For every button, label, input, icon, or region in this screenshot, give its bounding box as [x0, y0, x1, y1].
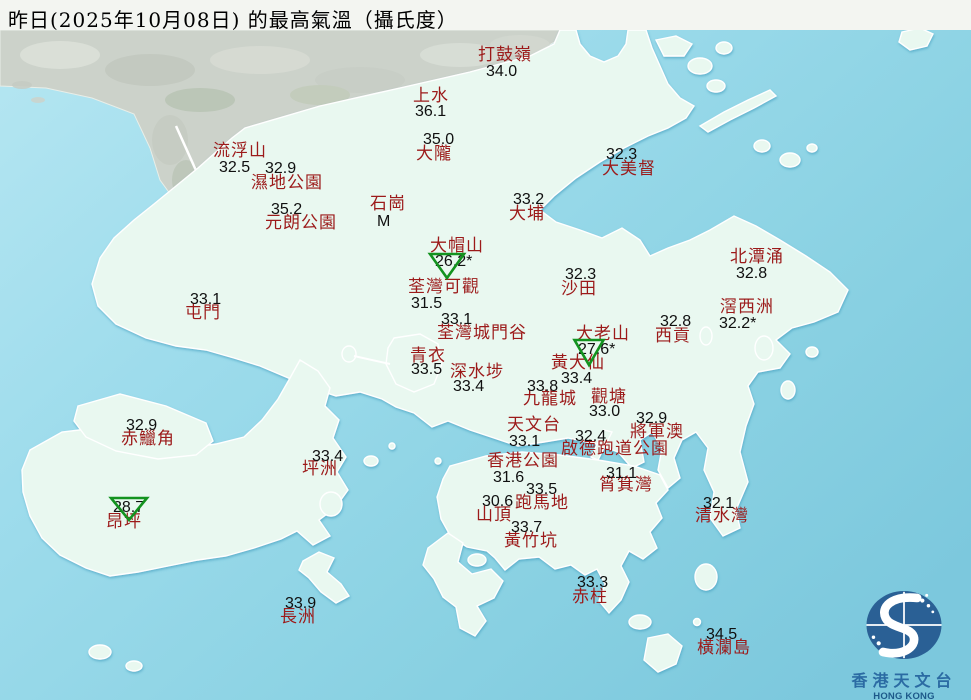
stations-layer: 打鼓嶺 34.0 上水 36.1 大隴 35.0 流浮山 32.5 濕地公園 32.9 元朗公園 35…: [0, 0, 971, 700]
station-value: 33.1: [509, 433, 541, 450]
station-value: 33.9: [285, 595, 317, 612]
station-value: 32.1: [703, 495, 735, 512]
station-value: 35.0: [423, 131, 455, 148]
station-name: 大隴: [416, 144, 452, 164]
hko-logo: 香港天文台 HONG KONG OBSERVATORY: [838, 584, 970, 700]
station-value: 30.6: [482, 493, 514, 510]
station-name: 濕地公園: [251, 173, 323, 193]
station-name: 赤柱: [572, 587, 608, 607]
station-value: 33.4: [453, 378, 485, 395]
hko-logo-chinese: 香港天文台: [851, 673, 957, 690]
station-value: 33.3: [577, 574, 609, 591]
hko-max-temperature-map: 昨日(2025年10月08日) 的最高氣溫（攝氏度） 打鼓嶺 34.0 上水 36.1…: [0, 0, 971, 700]
station-value: 35.2: [271, 201, 303, 218]
station-value: 32.9: [126, 417, 158, 434]
station-name: 打鼓嶺: [478, 45, 532, 65]
station-name: 沙田: [561, 279, 597, 299]
station-value: 33.5: [526, 481, 558, 498]
station-value: 33.0: [589, 403, 621, 420]
station-value: 33.4: [561, 370, 593, 387]
station-value: 34.0: [486, 63, 518, 80]
station-value: 32.9: [636, 410, 668, 427]
station-value: 32.3: [565, 266, 597, 283]
station-value: 32.4: [575, 428, 607, 445]
station-value: 33.1: [190, 291, 222, 308]
station-value: M: [377, 213, 391, 230]
station-name: 西貢: [655, 326, 691, 346]
station-value: 32.9: [265, 160, 297, 177]
station-value: 26.2*: [435, 253, 473, 270]
station-value: 36.1: [415, 103, 447, 120]
station-value: 32.2*: [719, 315, 757, 332]
station-value: 33.5: [411, 361, 443, 378]
station-value: 33.4: [312, 448, 344, 465]
station-value: 32.8: [660, 313, 692, 330]
station-value: 31.5: [411, 295, 443, 312]
station-name: 昂坪: [106, 512, 142, 532]
station-name: 滘西洲: [720, 297, 774, 317]
map-title: 昨日(2025年10月08日) 的最高氣溫（攝氏度）: [8, 8, 458, 32]
hko-emblem-icon: [866, 590, 942, 660]
station-name: 大埔: [509, 204, 545, 224]
station-value: 33.7: [511, 519, 543, 536]
station-name: 流浮山: [213, 141, 267, 161]
station-value: 32.3: [606, 146, 638, 163]
station-value: 31.6: [493, 469, 525, 486]
station-name: 荃灣可觀: [408, 277, 480, 297]
station-value: 31.1: [606, 465, 638, 482]
station-value: 34.5: [706, 626, 738, 643]
station-name: 大美督: [602, 159, 656, 179]
station-value: 32.5: [219, 159, 251, 176]
station-name: 香港公園: [487, 451, 559, 471]
station-name: 天文台: [507, 415, 561, 435]
station-name: 石崗: [370, 194, 406, 214]
station-name: 北潭涌: [730, 247, 784, 267]
station-value: 33.8: [527, 378, 559, 395]
station-value: 28.7: [113, 499, 145, 516]
station-value: 33.2: [513, 191, 545, 208]
station-value: 32.8: [736, 265, 768, 282]
station-value: 33.1: [441, 311, 473, 328]
hko-logo-english: HONG KONG OBSERVATORY: [873, 690, 935, 700]
